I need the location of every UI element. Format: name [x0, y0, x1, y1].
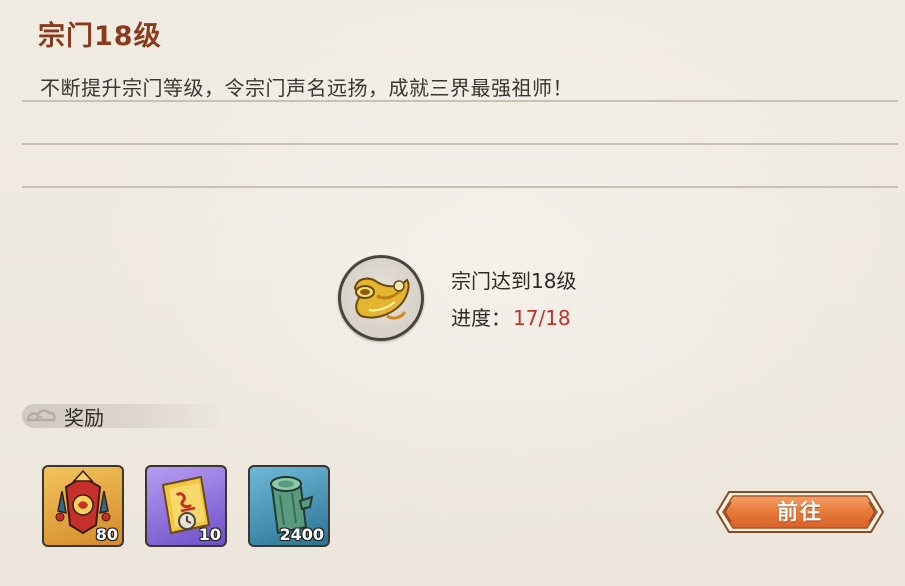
task-panel: 宗门18级 不断提升宗门等级，令宗门声名远扬，成就三界最强祖师！ 宗门达到18级… — [0, 0, 905, 586]
reward-item[interactable]: 10 — [145, 465, 227, 547]
progress-label: 进度： — [451, 306, 511, 330]
divider-line — [22, 100, 898, 102]
task-title: 宗门18级 — [38, 21, 162, 52]
task-description: 不断提升宗门等级，令宗门声名远扬，成就三界最强祖师！ — [40, 76, 573, 100]
reward-count: 80 — [95, 525, 118, 544]
progress-row: 进度： 17/18 — [451, 302, 571, 331]
go-button[interactable]: 前往 — [715, 488, 885, 536]
golden-horn-icon — [338, 255, 424, 341]
cloud-icon — [26, 409, 56, 422]
reward-header: 奖励 — [22, 396, 232, 436]
divider-line — [22, 143, 898, 145]
reward-item[interactable]: 80 — [42, 465, 124, 547]
divider-line — [22, 186, 898, 188]
reward-title: 奖励 — [64, 406, 104, 430]
task-condition: 宗门达到18级 — [451, 269, 577, 293]
reward-item[interactable]: 2400 — [248, 465, 330, 547]
reward-count: 2400 — [279, 525, 324, 544]
reward-count: 10 — [198, 525, 221, 544]
go-button-label: 前往 — [777, 500, 823, 524]
progress-value: 17/18 — [513, 306, 571, 330]
